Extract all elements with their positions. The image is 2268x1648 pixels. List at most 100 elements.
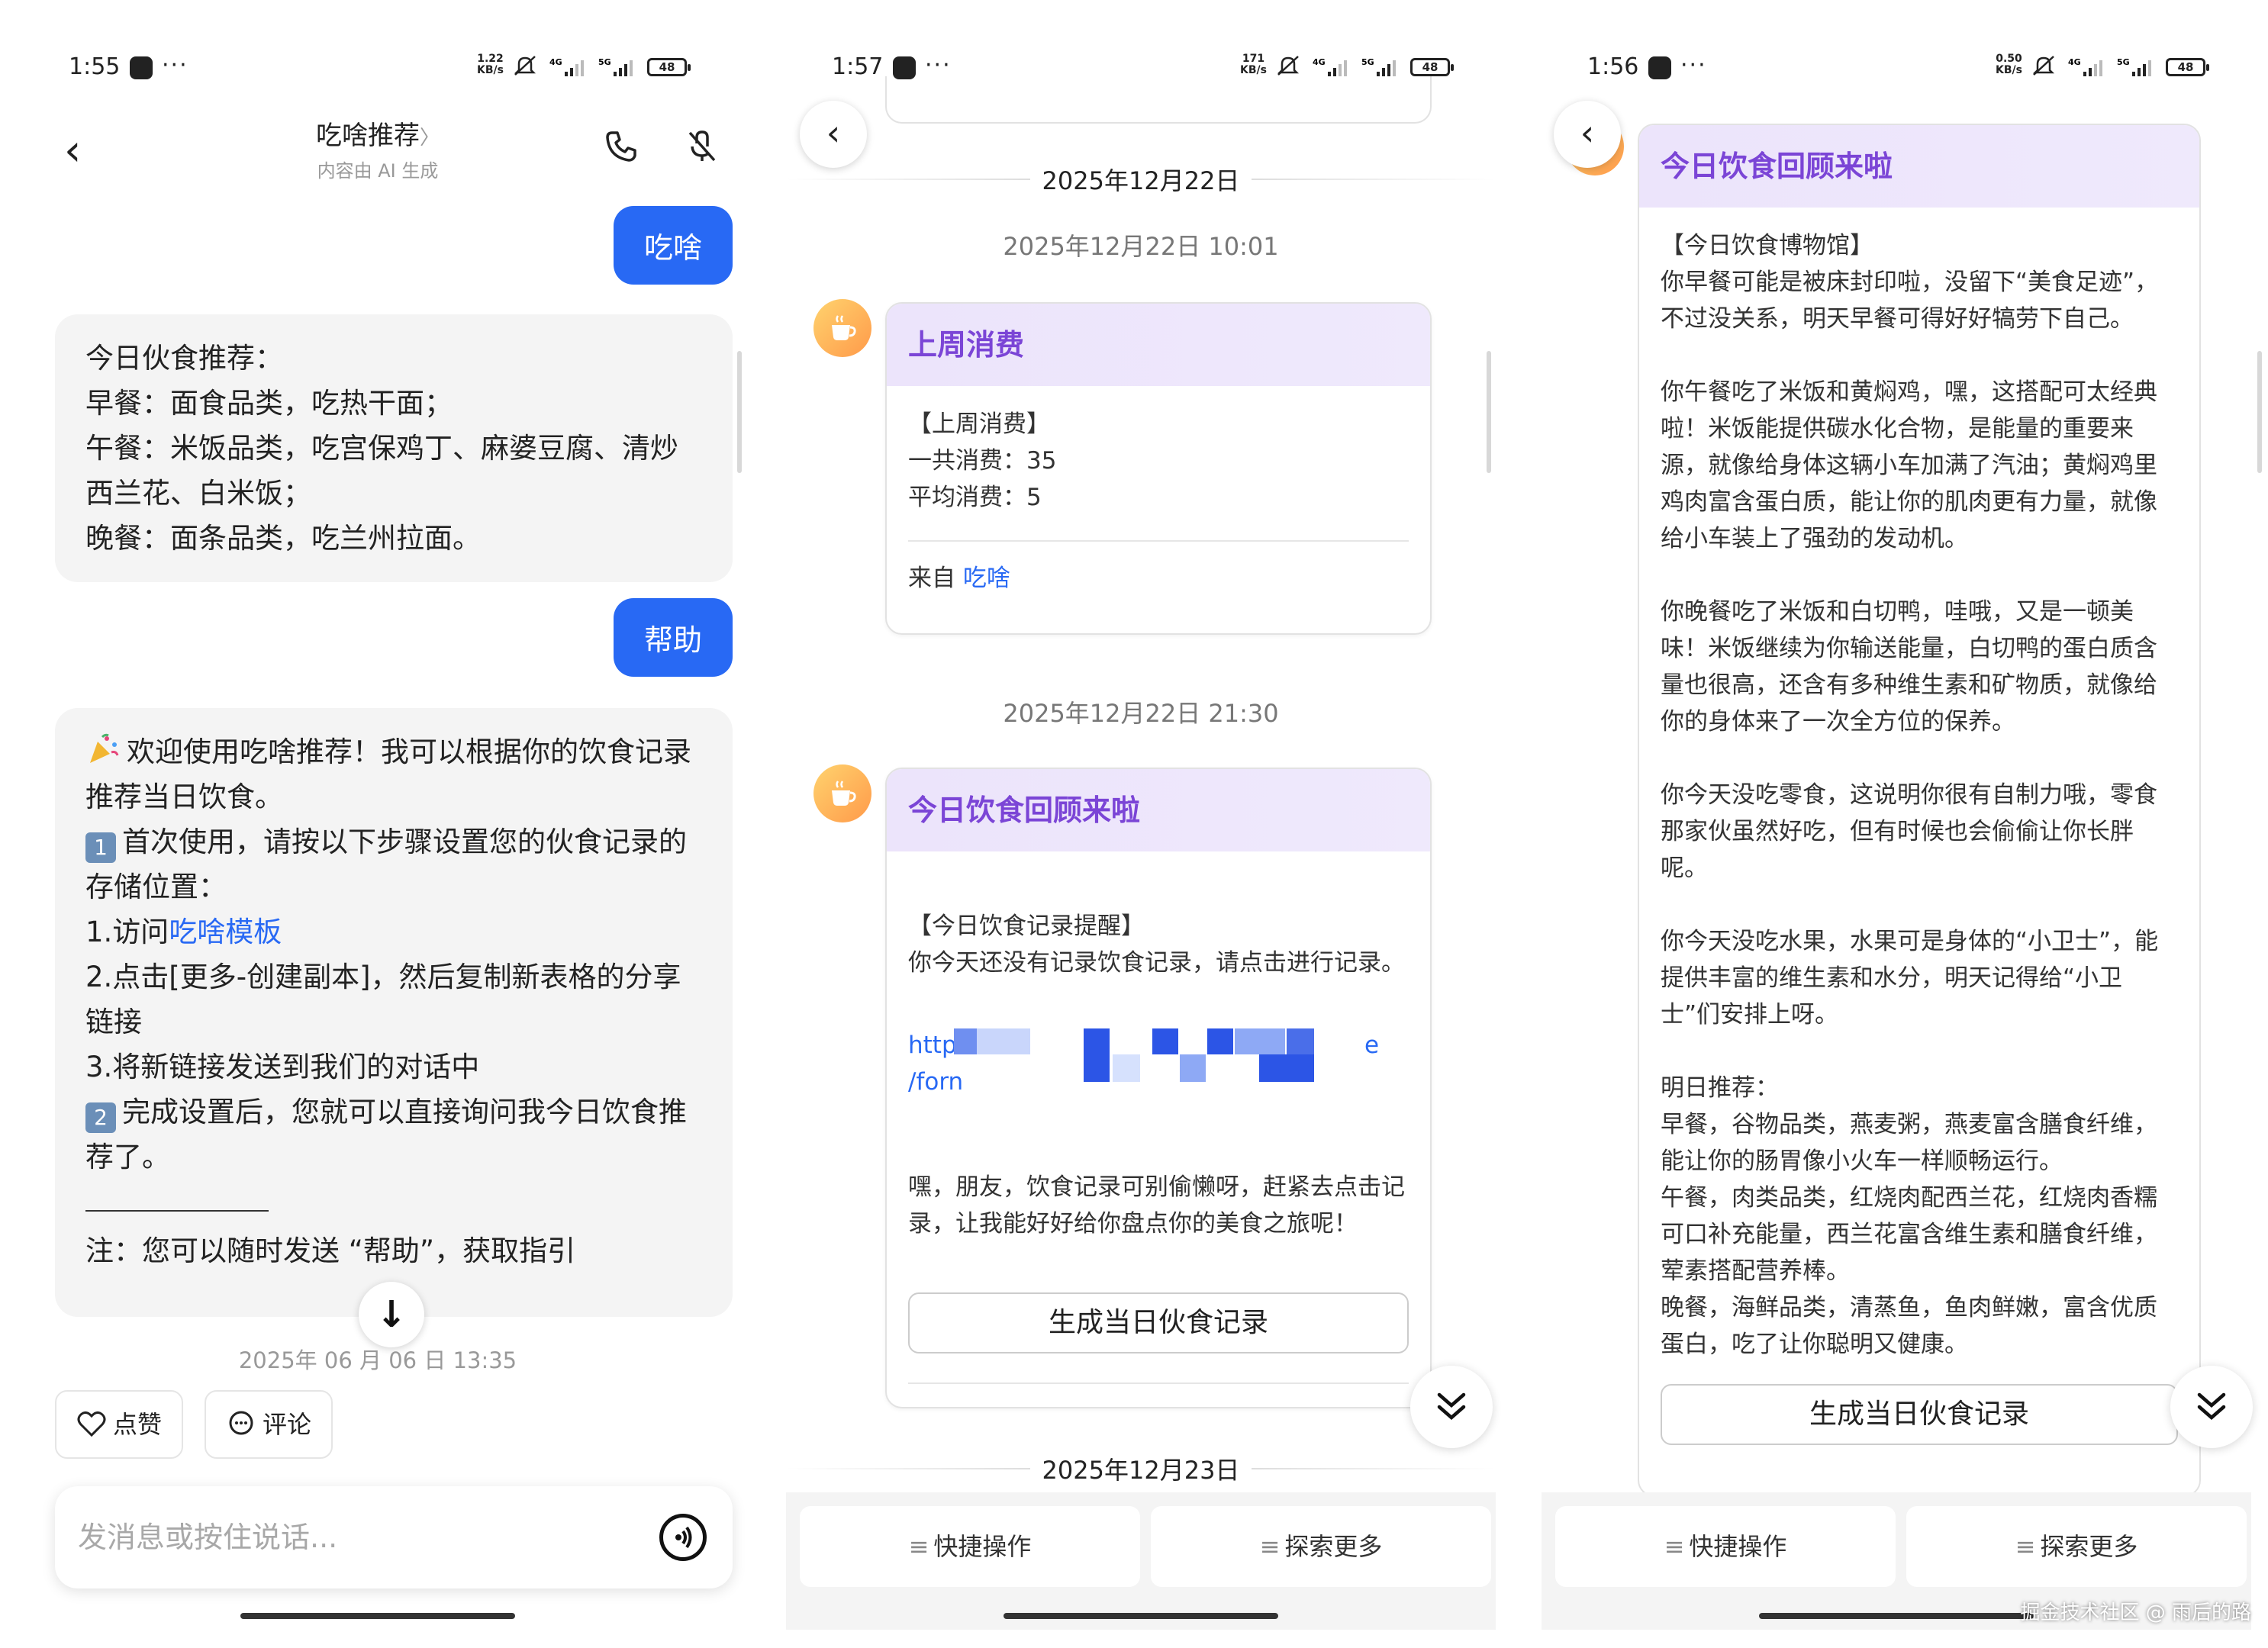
help-note: 注：您可以随时发送 “帮助”，获取指引 <box>85 1234 576 1267</box>
chat-title-text: 吃啥推荐 <box>315 121 420 151</box>
explore-more-label: 探索更多 <box>1284 1532 1383 1561</box>
source-label: 来自 <box>908 1407 955 1408</box>
card-title: 今日饮食回顾来啦 <box>1639 125 2199 208</box>
bell-muted-icon <box>1277 56 1300 76</box>
signal-5g-icon: 5G <box>598 57 633 76</box>
chat-title[interactable]: 吃啥推荐〉 <box>0 114 755 152</box>
party-popper-icon <box>85 732 119 766</box>
user-message-bubble: 帮助 <box>613 598 733 677</box>
weekly-spend-card[interactable]: 上周消费 【上周消费】 一共消费：35 平均消费：5 来自 吃啥 <box>885 302 1432 635</box>
scroll-to-bottom-button[interactable] <box>1410 1366 1493 1448</box>
svg-text:5G: 5G <box>1361 57 1374 67</box>
help-step1-text: 首次使用，请按以下步骤设置您的伙食记录的存储位置： <box>85 826 687 903</box>
svg-text:5G: 5G <box>2117 57 2130 67</box>
menu-icon: ≡ <box>908 1532 929 1561</box>
svg-text:4G: 4G <box>549 57 562 67</box>
generate-record-button[interactable]: 生成当日伙食记录 <box>1661 1384 2178 1445</box>
signal-5g-icon: 5G <box>2117 57 2151 76</box>
quick-actions-button[interactable]: ≡ 快捷操作 <box>800 1506 1140 1587</box>
bell-muted-icon <box>514 56 536 76</box>
daily-review-card[interactable]: 今日饮食回顾来啦 【今日饮食记录提醒】 你今天还没有记录饮食记录，请点击进行记录… <box>885 768 1432 1408</box>
scroll-to-bottom-button[interactable] <box>2170 1366 2253 1448</box>
back-chevron-icon[interactable]: ‹ <box>800 101 867 168</box>
help-line-visit: 1.访问吃啥模板 <box>85 909 702 954</box>
svg-text:4G: 4G <box>2068 57 2081 67</box>
menu-icon: ≡ <box>1259 1532 1281 1561</box>
explore-more-button[interactable]: ≡ 探索更多 <box>1906 1506 2247 1587</box>
watermark: 掘金技术社区 @ 雨后的路 <box>2020 1601 2251 1624</box>
double-chevron-down-icon <box>1437 1392 1466 1420</box>
source-link[interactable]: 吃啥 <box>963 565 1010 592</box>
message-input[interactable] <box>78 1512 612 1563</box>
bot-avatar[interactable] <box>813 299 871 357</box>
chat-panel-2: 1:57 ··· 171 KB/s 4G 5G 48 ‹ 2025年12月22日… <box>763 0 1519 1648</box>
home-indicator[interactable] <box>240 1613 515 1619</box>
home-indicator[interactable] <box>1759 1613 2034 1619</box>
signal-4g-icon: 4G <box>1313 57 1347 76</box>
link-text-end: e <box>1364 1032 1380 1059</box>
svg-text:4G: 4G <box>1313 57 1326 67</box>
review-paragraph: 【今日饮食博物馆】 你早餐可能是被床封印啦，没留下“美食足迹”，不过没关系，明天… <box>1661 232 2159 333</box>
mosaic-block <box>1207 1028 1233 1054</box>
bot-message-bubble: 今日伙食推荐： 早餐：面食品类，吃热干面； 午餐：米饭品类，吃宫保鸡丁、麻婆豆腐… <box>55 314 733 582</box>
home-indicator[interactable] <box>1004 1613 1278 1619</box>
explore-more-button[interactable]: ≡ 探索更多 <box>1151 1506 1491 1587</box>
link-text-line2: /forn <box>908 1068 964 1096</box>
bell-muted-icon <box>2032 56 2055 76</box>
help-line-send: 3.将新链接发送到我们的对话中 <box>85 1051 480 1083</box>
like-button[interactable]: 点赞 <box>55 1390 184 1459</box>
generate-record-button[interactable]: 生成当日伙食记录 <box>908 1292 1409 1353</box>
help-line-copy: 2.点击[更多-创建副本]，然后复制新表格的分享链接 <box>85 961 681 1038</box>
card-title: 上周消费 <box>887 304 1430 386</box>
menu-icon: ≡ <box>1664 1532 1685 1561</box>
signal-4g-icon: 4G <box>549 57 584 76</box>
mic-muted-icon[interactable] <box>684 128 720 165</box>
chat-panel-3: 1:56 ··· 0.50 KB/s 4G 5G 48 ‹ 今日饮食回顾来啦 【… <box>1519 0 2268 1648</box>
more-notifications-icon: ··· <box>162 52 188 79</box>
mosaic-block <box>1152 1028 1178 1054</box>
phone-icon[interactable] <box>603 128 639 165</box>
help-visit-prefix: 1.访问 <box>85 916 169 948</box>
quick-actions-button[interactable]: ≡ 快捷操作 <box>1555 1506 1896 1587</box>
ai-generated-note: 内容由 AI 生成 <box>317 160 439 182</box>
mosaic-block <box>1084 1028 1110 1082</box>
scrollbar[interactable] <box>737 351 742 473</box>
cup-icon <box>832 315 856 340</box>
scroll-down-arrow-icon[interactable]: ↓ <box>359 1282 424 1347</box>
more-notifications-icon: ··· <box>925 52 952 79</box>
comment-button[interactable]: 评论 <box>205 1390 333 1459</box>
source-link[interactable]: 吃啥 <box>963 1407 1010 1408</box>
back-chevron-icon[interactable]: ‹ <box>1554 101 1621 168</box>
help-line-step2: 2 完成设置后，您就可以直接询问我今日饮食推荐了。 <box>85 1090 702 1180</box>
svg-text:5G: 5G <box>598 57 611 67</box>
link-text-start: http <box>908 1032 957 1059</box>
redacted-form-link[interactable]: http /forn e <box>908 1027 1409 1100</box>
card-body: 【今日饮食博物馆】 你早餐可能是被床封印啦，没留下“美食足迹”，不过没关系，明天… <box>1639 208 2199 1445</box>
card-title: 今日饮食回顾来啦 <box>887 769 1430 851</box>
mosaic-block <box>1180 1054 1206 1082</box>
card-body: 【上周消费】 一共消费：35 平均消费：5 <box>908 410 1057 511</box>
message-time: 2025年12月22日 21:30 <box>1003 699 1279 728</box>
bot-avatar[interactable] <box>813 764 871 822</box>
voice-input-icon[interactable] <box>659 1514 707 1561</box>
scrollbar[interactable] <box>1487 351 1491 473</box>
heart-icon <box>77 1411 106 1437</box>
double-chevron-down-icon <box>2197 1392 2226 1420</box>
app-notification-icon <box>130 56 153 79</box>
mosaic-block <box>1259 1054 1314 1082</box>
bot-help-bubble: 欢迎使用吃啥推荐！我可以根据你的饮食记录推荐当日饮食。 1 首次使用，请按以下步骤… <box>55 708 733 1317</box>
template-link[interactable]: 吃啥模板 <box>169 916 282 948</box>
bottom-action-bar: ≡ 快捷操作 ≡ 探索更多 <box>786 1492 1496 1630</box>
previous-card-edge <box>885 76 1432 124</box>
user-message-bubble: 吃啥 <box>613 206 733 285</box>
status-time: 1:57 <box>832 53 884 80</box>
scrollbar[interactable] <box>2257 351 2262 473</box>
reminder-text: 【今日饮食记录提醒】 你今天还没有记录饮食记录，请点击进行记录。 <box>908 913 1405 977</box>
app-notification-icon <box>1648 56 1671 79</box>
mosaic-block <box>954 1028 977 1054</box>
title-chevron-icon: 〉 <box>419 127 440 150</box>
network-speed: 1.22 KB/s <box>477 53 504 76</box>
source-label: 来自 <box>908 565 955 592</box>
daily-review-full-card[interactable]: 今日饮食回顾来啦 【今日饮食博物馆】 你早餐可能是被床封印啦，没留下“美食足迹”… <box>1638 124 2201 1497</box>
keycap-2-icon: 2 <box>85 1102 116 1133</box>
